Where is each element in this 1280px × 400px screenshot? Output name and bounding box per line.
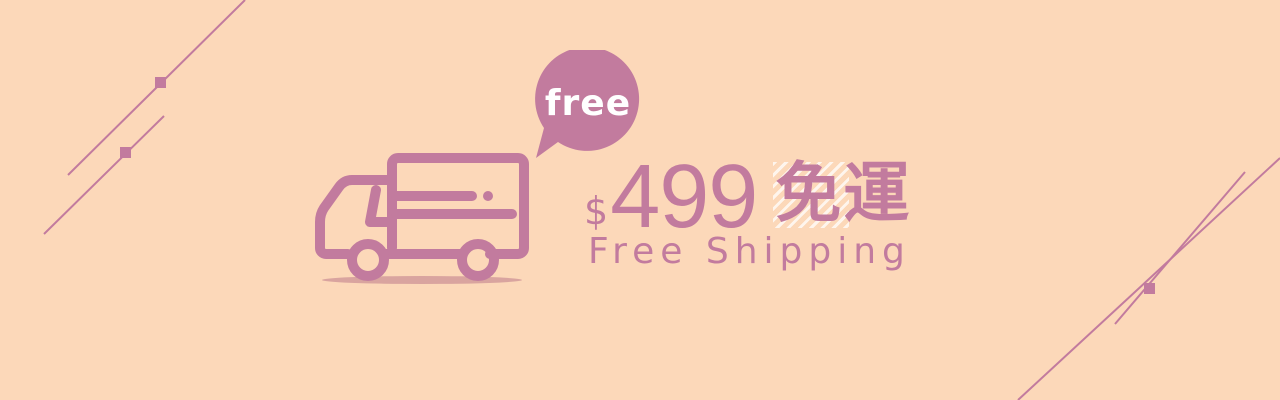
truck-cargo-box [387,153,529,259]
free-shipping-subtitle: Free Shipping [588,231,911,272]
price-amount: 499 [610,147,758,247]
price-offer: $ 499 免運 [584,140,912,247]
free-shipping-zh: 免運 [773,154,912,234]
truck-shadow [322,276,522,284]
currency-symbol: $ [584,189,609,233]
decor-top-left [43,0,246,235]
free-shipping-banner: free $ 499 免運 Free Shipping [0,0,1280,400]
decor-square [1144,283,1155,294]
truck-rear-wheel [347,239,389,281]
decor-square [120,147,131,158]
delivery-truck-icon [315,153,529,284]
truck-front-wheel [457,239,499,281]
decor-square [155,77,166,88]
decor-bottom-right [1017,157,1280,400]
free-shipping-zh-label: 免運 [775,155,912,232]
truck-speed-dot [483,191,493,201]
bubble-label: free [544,83,632,124]
